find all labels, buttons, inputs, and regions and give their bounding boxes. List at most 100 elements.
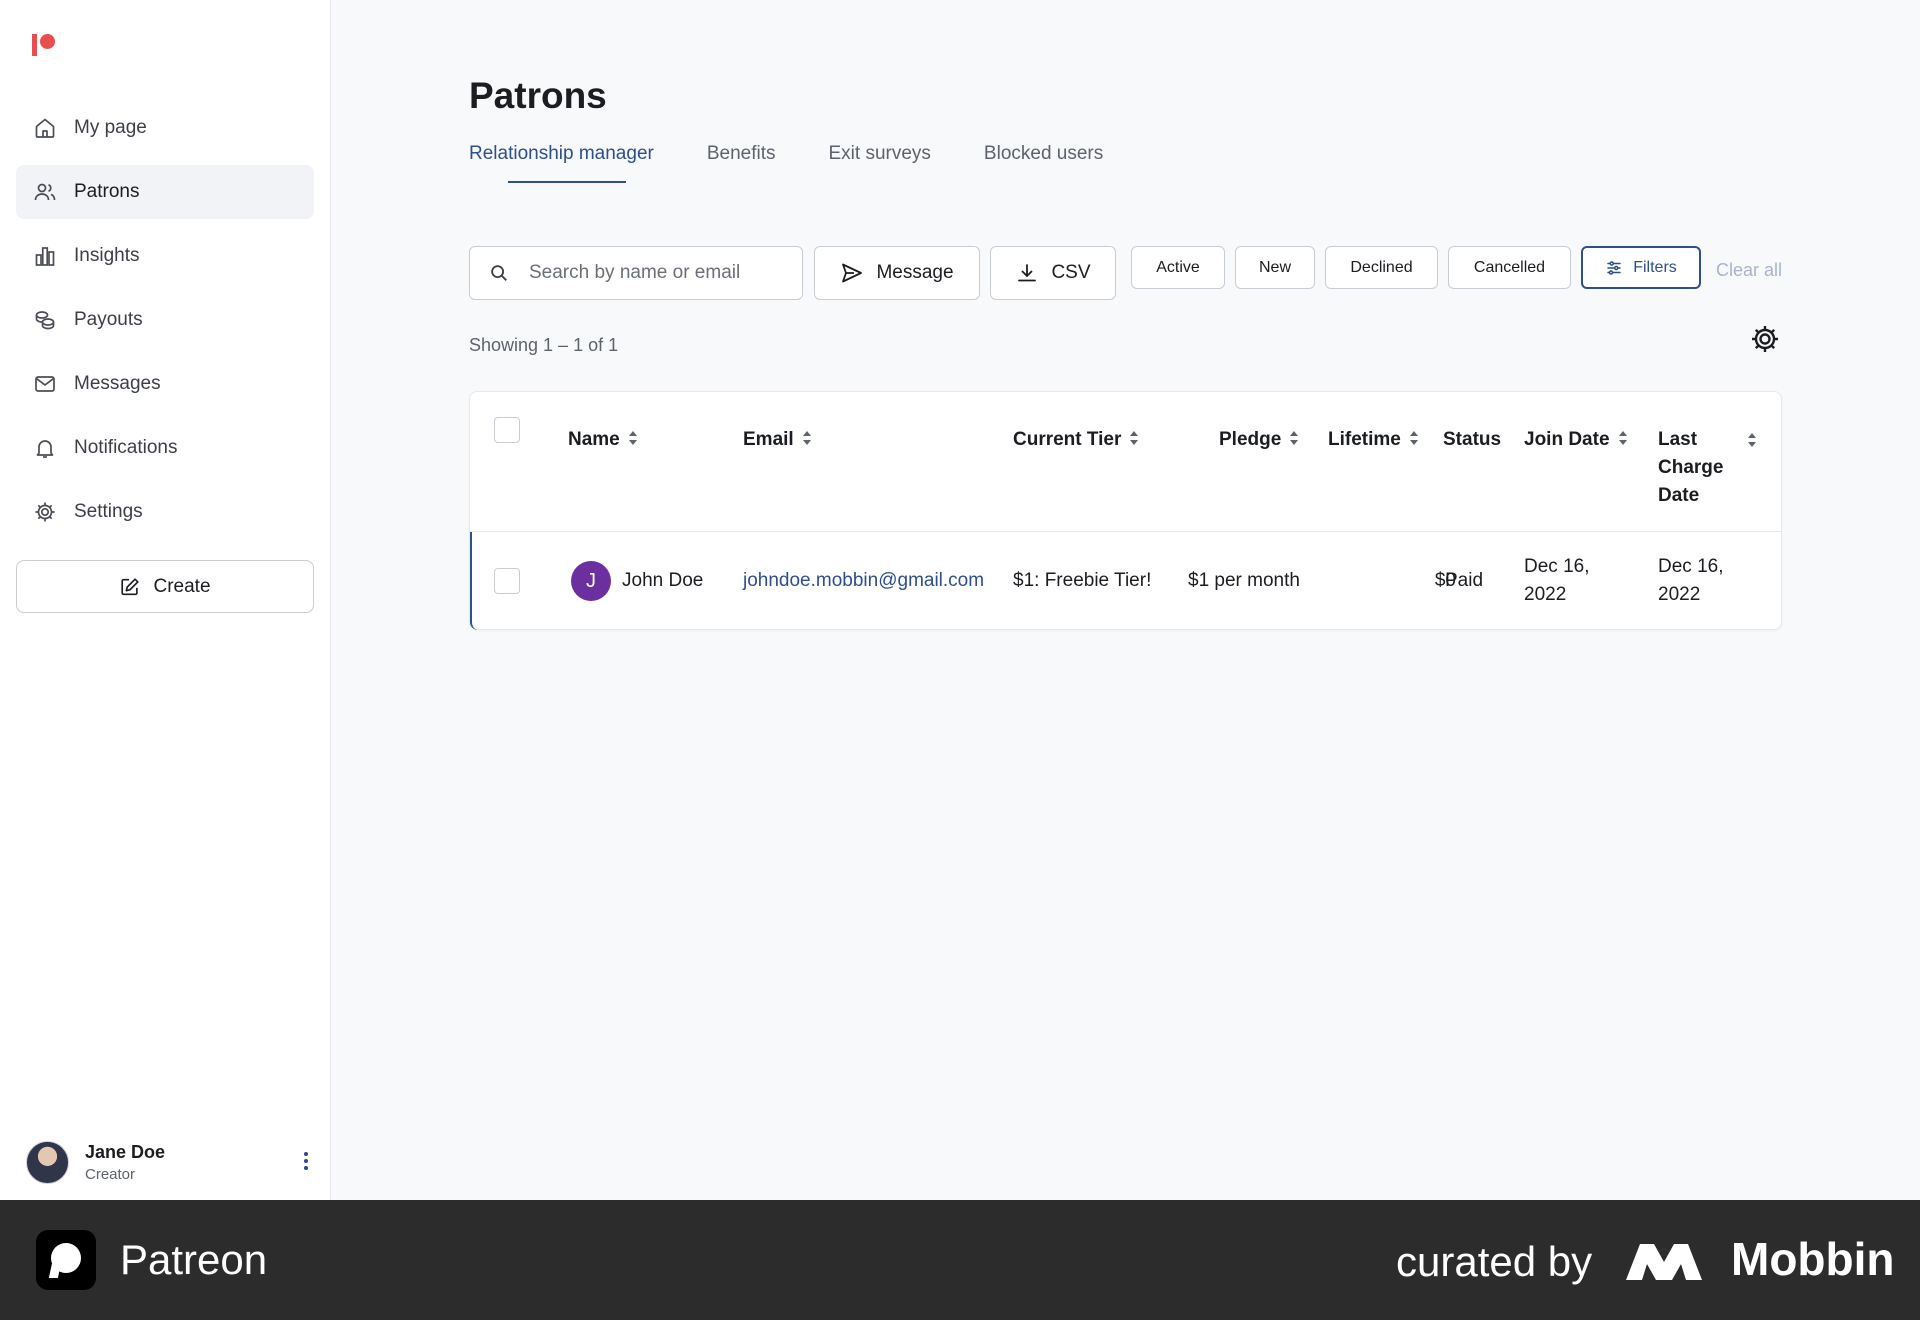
sidebar-item-my-page[interactable]: My page (16, 101, 314, 155)
create-button-label: Create (153, 575, 211, 597)
sidebar-item-label: Insights (74, 245, 140, 266)
sidebar-item-settings[interactable]: Settings (16, 485, 314, 539)
users-icon (32, 179, 58, 205)
sidebar-item-label: My page (74, 117, 147, 138)
tabs: Relationship manager Benefits Exit surve… (469, 143, 1156, 183)
column-header-name[interactable]: Name (568, 426, 637, 454)
clear-all-link[interactable]: Clear all (1716, 260, 1782, 281)
sidebar-item-payouts[interactable]: Payouts (16, 293, 314, 347)
sort-icon (628, 430, 637, 445)
table-row[interactable]: J John Doe johndoe.mobbin@gmail.com $1: … (470, 532, 1781, 630)
footer-banner: Patreon curated by Mobbin (0, 1200, 1920, 1320)
sidebar-item-label: Patrons (74, 181, 140, 202)
sidebar-item-label: Messages (74, 373, 161, 394)
filters-button[interactable]: Filters (1581, 246, 1701, 289)
patron-join-date: Dec 16, 2022 (1524, 556, 1590, 605)
sidebar-item-messages[interactable]: Messages (16, 357, 314, 411)
user-name: Jane Doe (85, 1141, 166, 1162)
sidebar-item-insights[interactable]: Insights (16, 229, 314, 283)
patron-tier: $1: Freebie Tier! (1013, 570, 1152, 591)
csv-download-button[interactable]: CSV (990, 246, 1116, 300)
toolbar: Message CSV Active New Declined Cancelle… (469, 246, 1782, 300)
column-label: Join Date (1524, 429, 1610, 450)
more-options-icon[interactable] (298, 1148, 314, 1174)
patreon-logo-icon[interactable] (32, 34, 58, 56)
table-header: Name Email Current Tier Pledge Lifetime … (470, 392, 1781, 532)
search-input[interactable] (529, 262, 789, 284)
avatar (26, 1140, 69, 1184)
tab-benefits[interactable]: Benefits (707, 143, 776, 181)
sort-icon (1130, 430, 1139, 445)
column-label: Status (1443, 429, 1502, 450)
footer-brand: Patreon (120, 1236, 268, 1283)
patron-email-link[interactable]: johndoe.mobbin@gmail.com (743, 567, 984, 595)
column-label: Last Charge Date (1658, 429, 1724, 506)
column-header-join-date[interactable]: Join Date (1524, 426, 1627, 454)
column-header-status: Status (1443, 426, 1501, 454)
sort-icon (1409, 430, 1418, 445)
send-icon (842, 263, 863, 283)
column-header-email[interactable]: Email (743, 426, 811, 454)
coins-icon (32, 307, 58, 333)
results-count: Showing 1 – 1 of 1 (469, 335, 619, 355)
mobbin-logo-icon (1626, 1244, 1702, 1280)
tab-relationship-manager[interactable]: Relationship manager (469, 143, 654, 183)
column-header-lifetime[interactable]: Lifetime (1328, 426, 1418, 454)
sort-icon (802, 430, 811, 445)
column-header-current-tier[interactable]: Current Tier (1013, 426, 1139, 454)
column-label: Lifetime (1328, 429, 1401, 450)
search-box[interactable] (469, 246, 803, 300)
column-header-last-charge-date[interactable]: Last Charge Date (1658, 426, 1748, 510)
tab-exit-surveys[interactable]: Exit surveys (829, 143, 931, 181)
patreon-app-icon (36, 1230, 96, 1290)
mail-icon (32, 371, 58, 397)
sidebar: My page Patrons Insights Payouts Message… (0, 0, 331, 1200)
csv-button-label: CSV (1051, 262, 1091, 283)
sidebar-item-label: Notifications (74, 437, 178, 458)
column-label: Name (568, 429, 620, 450)
message-button[interactable]: Message (814, 246, 980, 300)
user-role: Creator (85, 1165, 136, 1183)
bell-icon (32, 435, 58, 461)
row-checkbox[interactable] (494, 568, 520, 594)
home-icon (32, 115, 58, 141)
filter-chip-new[interactable]: New (1235, 246, 1315, 289)
column-header-pledge[interactable]: Pledge (1219, 426, 1299, 454)
sidebar-item-label: Settings (74, 501, 143, 522)
select-all-checkbox[interactable] (494, 417, 520, 443)
patron-status: Paid (1445, 570, 1484, 591)
curated-by-text: curated by (1396, 1238, 1593, 1285)
column-label: Current Tier (1013, 429, 1122, 450)
sort-icon[interactable] (1748, 433, 1756, 447)
filter-chip-cancelled[interactable]: Cancelled (1448, 246, 1571, 289)
mobbin-wordmark: Mobbin (1731, 1233, 1895, 1285)
filters-button-label: Filters (1633, 258, 1677, 276)
gear-icon (32, 499, 58, 525)
patron-avatar: J (571, 561, 611, 601)
sidebar-item-patrons[interactable]: Patrons (16, 165, 314, 219)
sort-icon (1290, 430, 1299, 445)
search-icon (491, 265, 507, 281)
sidebar-item-label: Payouts (74, 309, 143, 330)
sliders-icon (1607, 260, 1621, 275)
tab-blocked-users[interactable]: Blocked users (984, 143, 1103, 181)
column-label: Pledge (1219, 429, 1282, 450)
edit-icon (121, 577, 140, 595)
create-button[interactable]: Create (16, 560, 314, 613)
patron-pledge: $1 per month (1188, 570, 1300, 591)
bar-chart-icon (32, 243, 58, 269)
message-button-label: Message (876, 262, 954, 283)
filter-chip-declined[interactable]: Declined (1325, 246, 1438, 289)
patron-name[interactable]: John Doe (622, 567, 703, 595)
page-title: Patrons (469, 75, 607, 116)
filter-chip-active[interactable]: Active (1131, 246, 1225, 289)
patrons-table: Name Email Current Tier Pledge Lifetime … (469, 391, 1782, 630)
download-icon (1018, 264, 1037, 282)
sidebar-nav: My page Patrons Insights Payouts Message… (16, 101, 314, 549)
patron-last-charge-date: Dec 16, 2022 (1658, 556, 1724, 605)
table-settings-gear-icon[interactable] (1749, 323, 1781, 355)
sort-icon (1618, 430, 1627, 445)
sidebar-item-notifications[interactable]: Notifications (16, 421, 314, 475)
user-profile[interactable]: Jane Doe Creator (26, 1134, 316, 1190)
column-label: Email (743, 429, 794, 450)
